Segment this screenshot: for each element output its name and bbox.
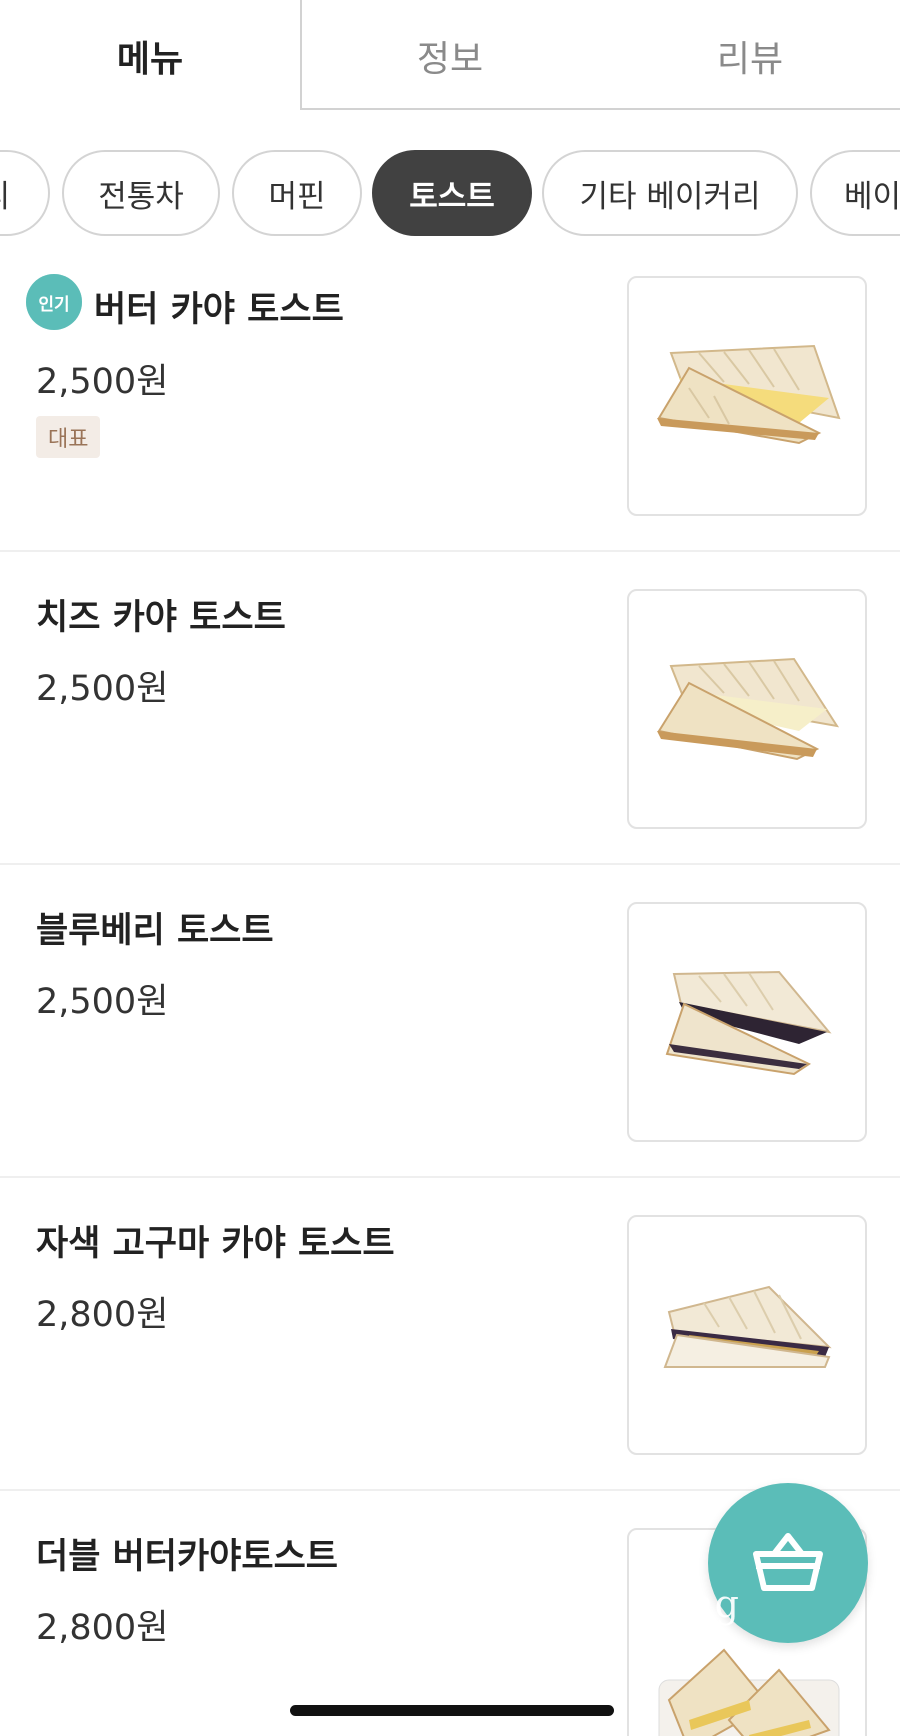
menu-item-image [627,589,867,829]
representative-badge: 대표 [36,416,101,458]
category-chip-tea[interactable]: 티 [0,150,50,236]
sandwich-butter-kaya-icon [657,344,841,445]
tab-review[interactable]: 리뷰 [600,0,900,112]
top-tab-bar: 메뉴 정보 리뷰 [0,0,900,114]
menu-item[interactable]: 자색 고구마 카야 토스트 2,800원 [0,1178,900,1491]
menu-item-name: 치즈 카야 토스트 [36,598,286,638]
basket-icon [753,1533,823,1591]
menu-item-image [627,276,867,516]
watermark: nang [640,1582,740,1626]
menu-page: 메뉴 정보 리뷰 티 전통차 머핀 토스트 기타 베이커리 베이 인기 버터 카… [0,0,900,1736]
menu-item[interactable]: 블루베리 토스트 2,500원 [0,865,900,1178]
menu-item-price: 2,800원 [36,1608,169,1648]
category-chip-toast[interactable]: 토스트 [372,150,532,236]
menu-item-price: 2,500원 [36,362,169,402]
sandwich-blueberry-icon [665,970,832,1076]
category-chip-other-bakery[interactable]: 기타 베이커리 [542,150,798,236]
sandwich-cheese-kaya-icon [657,657,840,761]
menu-item-name: 자색 고구마 카야 토스트 [36,1224,395,1264]
menu-item-price: 2,500원 [36,669,169,709]
menu-item[interactable]: 인기 버터 카야 토스트 2,500원 대표 [0,239,900,552]
menu-item-price: 2,800원 [36,1295,169,1335]
popular-badge: 인기 [26,274,82,330]
category-chip-bar: 티 전통차 머핀 토스트 기타 베이커리 베이 [0,150,900,236]
category-chip-muffin[interactable]: 머핀 [232,150,362,236]
home-indicator [290,1705,614,1716]
category-chip-bakery[interactable]: 베이 [810,150,900,236]
menu-item-image [627,1215,867,1455]
menu-item-price: 2,500원 [36,982,169,1022]
menu-item-name: 더블 버터카야토스트 [36,1537,338,1577]
menu-item-name: 버터 카야 토스트 [94,290,344,330]
menu-item[interactable]: 치즈 카야 토스트 2,500원 [0,552,900,865]
tab-menu[interactable]: 메뉴 [0,0,300,112]
menu-item-name: 블루베리 토스트 [36,911,274,951]
menu-item-image [627,902,867,1142]
sandwich-purple-sweet-potato-icon [663,1285,832,1368]
category-chip-traditional-tea[interactable]: 전통차 [62,150,220,236]
tab-info[interactable]: 정보 [300,0,600,112]
